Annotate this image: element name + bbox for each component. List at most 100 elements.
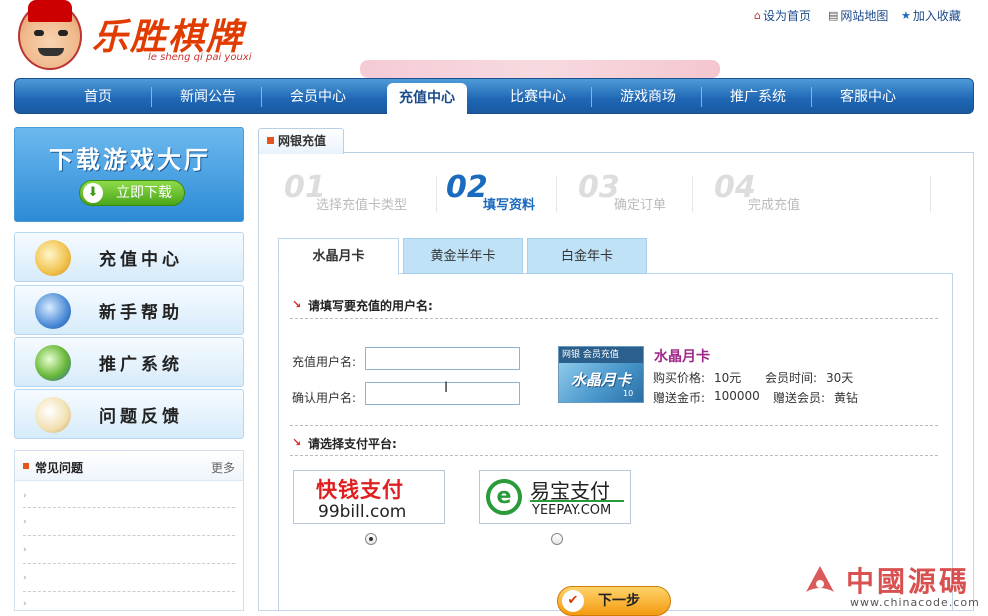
username-label: 充值用户名:: [292, 355, 357, 369]
faq-divider: [23, 563, 235, 564]
gold-value: 100000: [714, 389, 760, 403]
step-divider: [556, 176, 557, 212]
username-section-title: 请填写要充值的用户名:: [308, 299, 433, 313]
card-image-banner: 网银 会员充值: [559, 347, 643, 363]
sidebar-item-label: 新手帮助: [99, 303, 183, 323]
sidebar-item-promotion[interactable]: 推广系统: [14, 337, 244, 387]
tab-crystal-monthly-card[interactable]: 水晶月卡: [278, 238, 399, 275]
member-label: 赠送会员:: [773, 391, 826, 405]
square-bullet-icon: [267, 137, 274, 144]
username-input[interactable]: [365, 347, 520, 370]
book-icon: [35, 293, 71, 329]
square-bullet-icon: [23, 463, 29, 469]
faq-more-link[interactable]: 更多: [211, 459, 235, 476]
step-label: 确定订单: [614, 198, 667, 213]
section-divider: [290, 425, 938, 426]
payment-option-yeepay[interactable]: e 易宝支付 YEEPAY.COM: [479, 470, 631, 524]
card-name: 水晶月卡: [654, 349, 710, 365]
nav-item-shop[interactable]: 游戏商场: [601, 79, 695, 115]
section-divider: [290, 318, 938, 319]
download-title: 下载游戏大厅: [49, 146, 211, 174]
nav-item-recharge[interactable]: 充值中心: [387, 83, 467, 115]
nav-item-member[interactable]: 会员中心: [271, 79, 365, 115]
faq-divider: [23, 507, 235, 508]
price-label: 购买价格:: [653, 371, 706, 385]
sidebar-item-label: 推广系统: [99, 355, 183, 375]
faq-divider: [23, 591, 235, 592]
payment-section-title: 请选择支付平台:: [308, 437, 397, 451]
next-step-button[interactable]: ✔ 下一步: [557, 586, 671, 616]
step-divider: [436, 176, 437, 212]
gold-label: 赠送金币:: [653, 391, 706, 405]
faq-header: 常见问题 更多: [15, 451, 243, 481]
bookmark-label[interactable]: 加入收藏: [913, 7, 961, 24]
sitemap-label[interactable]: 网站地图: [840, 7, 888, 24]
payment-option-99bill[interactable]: 快钱支付 99bill.com: [293, 470, 445, 524]
step-divider: [930, 176, 931, 212]
card-image-corner: 10: [623, 389, 634, 398]
step-divider: [692, 176, 693, 212]
set-homepage-label[interactable]: 设为首页: [763, 7, 811, 24]
list-bullet-icon: ›: [23, 545, 27, 555]
sidebar-item-recharge[interactable]: 充值中心: [14, 232, 244, 282]
nav-divider: [151, 87, 152, 107]
home-icon: ⌂: [754, 9, 761, 22]
download-lobby-banner[interactable]: 下载游戏大厅 ⬇ 立即下载: [14, 127, 244, 222]
sidebar-item-help[interactable]: 新手帮助: [14, 285, 244, 335]
faq-title: 常见问题: [35, 461, 84, 475]
watermark-text: 中國源碼: [846, 565, 971, 598]
list-bullet-icon: ›: [23, 573, 27, 583]
checkmark-icon: ✔: [562, 590, 584, 612]
list-bullet-icon: ›: [23, 517, 27, 527]
download-now-button[interactable]: ⬇ 立即下载: [79, 180, 185, 206]
watermark-logo-icon: [806, 566, 834, 592]
text-cursor-icon: I: [444, 380, 449, 396]
set-homepage-link[interactable]: ⌂ 设为首页: [754, 7, 811, 24]
logo-hat-icon: [28, 0, 72, 22]
faq-panel: 常见问题 更多 › › › › ›: [14, 450, 244, 611]
coins-icon: [35, 240, 71, 276]
radio-yeepay[interactable]: [551, 533, 563, 545]
nav-divider: [261, 87, 262, 107]
step-label: 选择充值卡类型: [316, 198, 408, 213]
nav-item-promotion[interactable]: 推广系统: [711, 79, 805, 115]
step-number-active: 02: [446, 170, 488, 205]
bookmark-link[interactable]: ★ 加入收藏: [901, 7, 961, 24]
sidebar-item-feedback[interactable]: 问题反馈: [14, 389, 244, 439]
nav-item-service[interactable]: 客服中心: [821, 79, 915, 115]
sidebar-item-label: 问题反馈: [99, 407, 183, 427]
nav-divider: [811, 87, 812, 107]
tab-title: 网银充值: [278, 134, 327, 148]
tab-gold-half-year-card[interactable]: 黄金半年卡: [403, 238, 523, 274]
list-bullet-icon: ›: [23, 599, 27, 609]
tab-platinum-year-card[interactable]: 白金年卡: [527, 238, 647, 274]
tab-online-bank-recharge[interactable]: 网银充值: [258, 128, 344, 154]
star-icon: ★: [901, 9, 911, 22]
logo-pinyin: le sheng qi pai youxi: [148, 52, 252, 63]
nav-item-news[interactable]: 新闻公告: [161, 79, 255, 115]
faq-divider: [23, 535, 235, 536]
watermark: 中國源碼 www.chinacode.com: [800, 558, 988, 611]
watermark-url: www.chinacode.com: [850, 596, 980, 609]
section-divider: [290, 455, 938, 456]
logo-mustache-icon: [38, 48, 64, 56]
nav-item-home[interactable]: 首页: [55, 79, 141, 115]
radio-99bill[interactable]: [365, 533, 377, 545]
time-label: 会员时间:: [765, 371, 818, 385]
sitemap-link[interactable]: ▤ 网站地图: [828, 7, 888, 24]
payment-sub: 99bill.com: [318, 502, 407, 522]
member-value: 黄钻: [834, 391, 859, 405]
nav-item-match[interactable]: 比赛中心: [491, 79, 585, 115]
letter-icon: [35, 397, 71, 433]
card-image: 网银 会员充值 水晶月卡 10: [558, 346, 644, 403]
step-label-active: 填写资料: [483, 198, 536, 213]
time-value: 30天: [826, 371, 854, 385]
confirm-username-input[interactable]: [365, 382, 520, 405]
yeepay-underline: [530, 500, 624, 502]
main-nav: 首页 新闻公告 会员中心 充值中心 比赛中心 游戏商场 推广系统 客服中心: [14, 78, 974, 115]
logo-eye-icon: [58, 30, 68, 36]
download-now-label: 立即下载: [116, 185, 172, 201]
red-arrow-icon: ↘: [292, 436, 302, 449]
arrow-down-icon: ⬇: [83, 183, 103, 203]
globe-icon: [35, 345, 71, 381]
